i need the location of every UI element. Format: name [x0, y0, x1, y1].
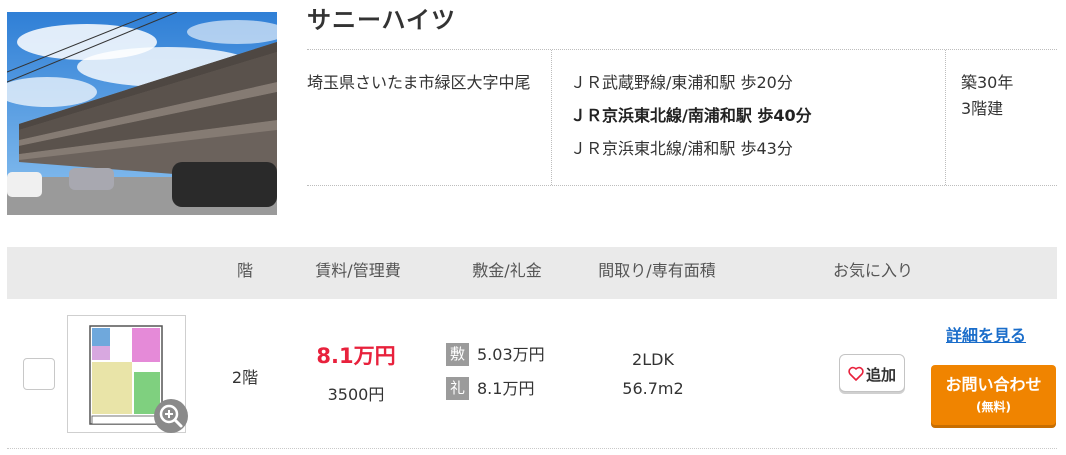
- building-age: 築30年 3階建: [945, 50, 1057, 185]
- view-details-link[interactable]: 詳細を見る: [946, 322, 1026, 346]
- inquiry-button[interactable]: お問い合わせ (無料): [931, 365, 1056, 425]
- header-layout: 間取り/専有面積: [598, 261, 716, 280]
- inquiry-button-label: お問い合わせ: [945, 375, 1042, 394]
- property-photo[interactable]: [7, 12, 277, 215]
- station-item: ＪＲ京浜東北線/浦和駅 歩43分: [570, 139, 793, 158]
- layout-area: 2LDK 56.7m2: [594, 345, 712, 403]
- station-item: ＪＲ京浜東北線/南浦和駅 歩40分: [570, 106, 812, 125]
- add-favorite-button[interactable]: 追加: [839, 354, 905, 392]
- table-header: 階 賃料/管理費 敷金/礼金 間取り/専有面積 お気に入り: [7, 247, 1057, 299]
- add-favorite-label: 追加: [866, 366, 897, 384]
- heart-icon: [848, 366, 864, 385]
- station-item: ＪＲ武蔵野線/東浦和駅 歩20分: [570, 73, 793, 92]
- property-info: 埼玉県さいたま市緑区大字中尾 ＪＲ武蔵野線/東浦和駅 歩20分 ＪＲ京浜東北線/…: [307, 49, 1057, 186]
- header-deposit: 敷金/礼金: [472, 261, 542, 280]
- station-list: ＪＲ武蔵野線/東浦和駅 歩20分 ＪＲ京浜東北線/南浦和駅 歩40分 ＪＲ京浜東…: [551, 50, 945, 185]
- header-favorite: お気に入り: [832, 261, 913, 280]
- header-rent: 賃料/管理費: [315, 261, 401, 280]
- inquiry-button-sublabel: (無料): [976, 400, 1011, 414]
- key-money: 礼 8.1万円: [446, 377, 534, 401]
- area-value: 56.7m2: [622, 379, 684, 398]
- management-fee-value: 3500円: [327, 385, 385, 404]
- zoom-icon[interactable]: [154, 399, 188, 433]
- key-money-tag: 礼: [446, 377, 469, 400]
- select-checkbox[interactable]: [23, 358, 55, 390]
- rent-value: 8.1万円: [316, 344, 396, 368]
- building-floors-text: 3階建: [961, 99, 1004, 118]
- deposit-tag: 敷: [446, 343, 469, 366]
- building-age-text: 築30年: [961, 73, 1014, 92]
- key-money-value: 8.1万円: [477, 379, 535, 398]
- floor-value: 2階: [231, 368, 259, 387]
- header-floor: 階: [236, 261, 253, 280]
- deposit-value: 5.03万円: [477, 345, 545, 364]
- address: 埼玉県さいたま市緑区大字中尾: [307, 73, 531, 92]
- layout-value: 2LDK: [632, 350, 674, 369]
- deposit: 敷 5.03万円: [446, 343, 545, 367]
- property-name: サニーハイツ: [307, 6, 457, 34]
- row-divider: [7, 448, 1057, 449]
